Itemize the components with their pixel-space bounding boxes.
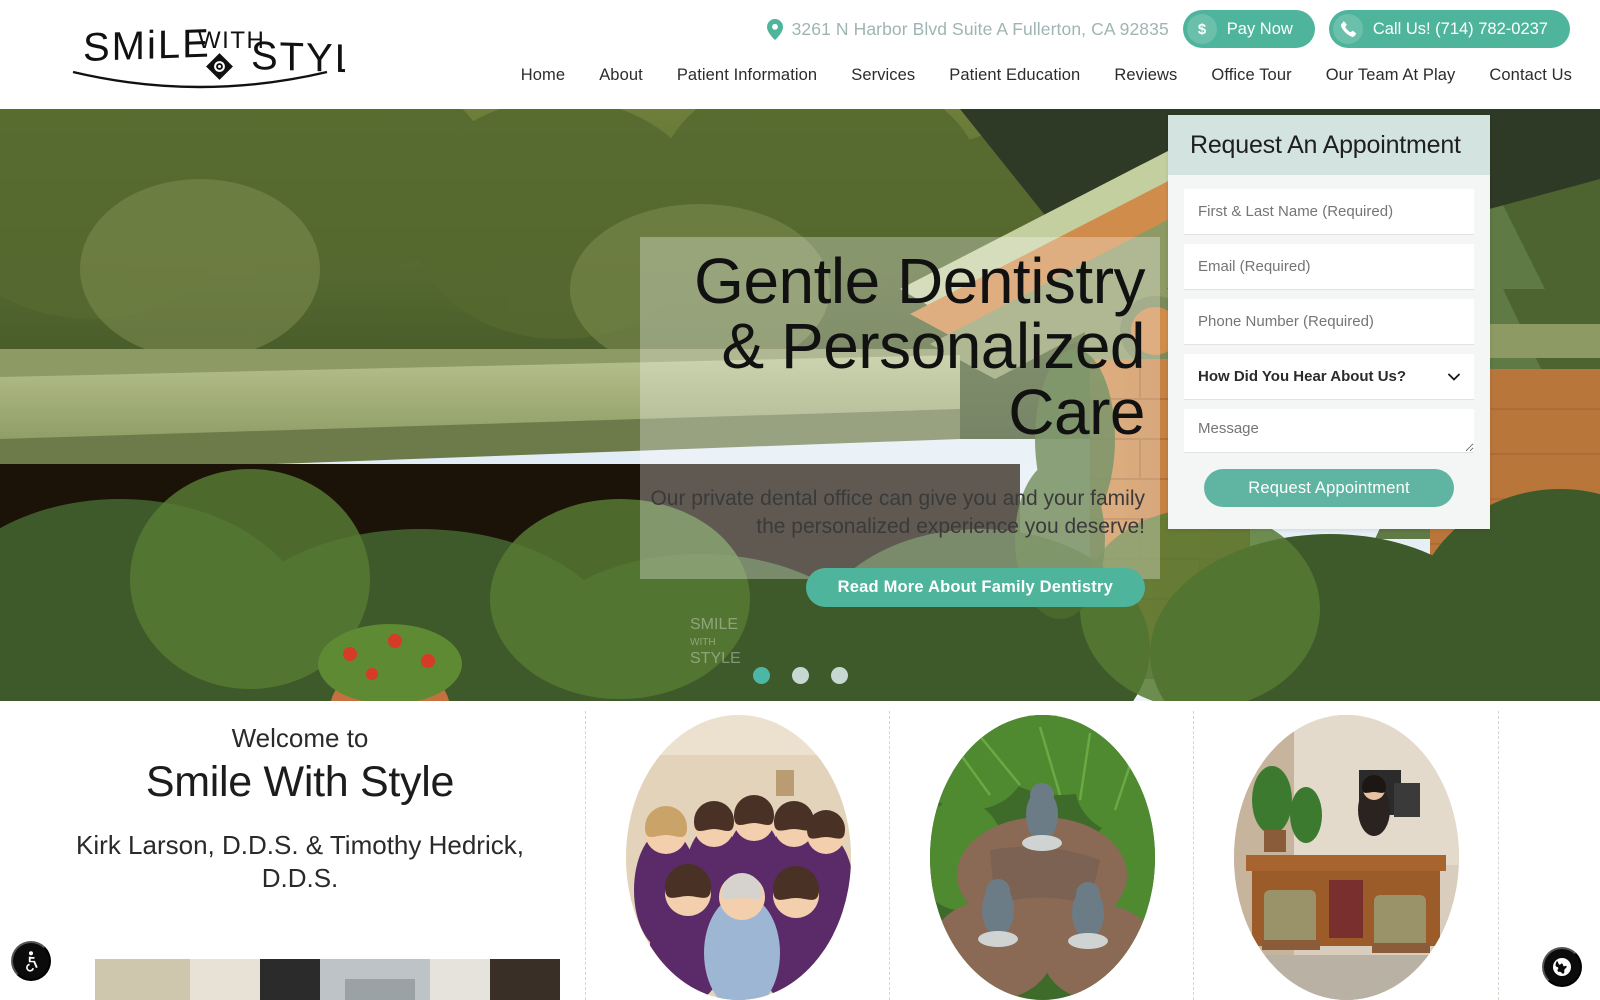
- request-appointment-submit-button[interactable]: Request Appointment: [1204, 469, 1454, 507]
- hero-headline-line-3: Care: [1008, 375, 1145, 448]
- nav-item-about[interactable]: About: [582, 66, 660, 85]
- main-navigation: Home About Patient Information Services …: [511, 66, 1572, 85]
- svg-text:STYLE: STYLE: [251, 34, 345, 83]
- hero-headline: Gentle Dentistry & Personalized Care: [600, 248, 1146, 448]
- call-us-label: Call Us! (714) 782-0237: [1372, 19, 1548, 38]
- nav-item-patient-information[interactable]: Patient Information: [660, 66, 834, 85]
- dental-team-photo[interactable]: [626, 715, 851, 1000]
- svg-text:WITH: WITH: [690, 637, 716, 648]
- hero-slider-dots: [0, 667, 1600, 684]
- nav-item-our-team-at-play[interactable]: Our Team At Play: [1309, 66, 1473, 85]
- name-input[interactable]: [1184, 189, 1474, 235]
- column-divider-4: [1498, 711, 1499, 1000]
- hero-cta-button[interactable]: Read More About Family Dentistry: [805, 568, 1145, 608]
- dollar-icon: $: [1186, 14, 1217, 44]
- accessibility-button[interactable]: [11, 941, 51, 981]
- hero-slider-dot-1[interactable]: [752, 667, 770, 684]
- frog-statues-photo[interactable]: [930, 715, 1155, 1000]
- email-input[interactable]: [1184, 244, 1474, 290]
- column-divider-1: [585, 711, 586, 1000]
- header-contact-bar: 3261 N Harbor Blvd Suite A Fullerton, CA…: [766, 10, 1570, 48]
- hero-subtext-line-1: Our private dental office can give you a…: [650, 486, 1145, 510]
- column-divider-3: [1193, 711, 1194, 1000]
- site-header: SMiLE WITH STYLE SMILE WITH STYLE: [0, 0, 1600, 109]
- message-textarea[interactable]: [1184, 409, 1474, 453]
- svg-text:SMiLE: SMiLE: [83, 22, 211, 70]
- gallery-row: [0, 701, 1600, 1000]
- hero-headline-line-2: & Personalized: [721, 310, 1146, 383]
- phone-icon: [1332, 14, 1363, 44]
- logo-icon: SMiLE WITH STYLE: [72, 22, 345, 89]
- hero-slider-dot-3[interactable]: [830, 667, 848, 684]
- page-root: SMiLE WITH STYLE SMILE WITH STYLE: [0, 0, 1600, 1000]
- reception-desk-photo[interactable]: [1234, 715, 1459, 1000]
- appointment-form-body: How Did You Hear About Us? Request Appoi…: [1168, 175, 1490, 529]
- svg-text:SMILE: SMILE: [690, 616, 738, 633]
- globe-icon: [1553, 958, 1571, 976]
- referral-source-label: How Did You Hear About Us?: [1198, 368, 1407, 385]
- nav-item-services[interactable]: Services: [834, 66, 932, 85]
- office-address-text: 3261 N Harbor Blvd Suite A Fullerton, CA…: [791, 18, 1169, 39]
- nav-item-office-tour[interactable]: Office Tour: [1194, 66, 1308, 85]
- map-pin-icon: [766, 18, 783, 40]
- hero-content: Gentle Dentistry & Personalized Care Our…: [600, 248, 1146, 608]
- nav-item-reviews[interactable]: Reviews: [1097, 66, 1194, 85]
- svg-text:$: $: [1198, 21, 1207, 38]
- hero-headline-line-1: Gentle Dentistry: [694, 245, 1145, 317]
- hero-subtext-line-2: the personalized experience you deserve!: [756, 514, 1145, 538]
- office-address[interactable]: 3261 N Harbor Blvd Suite A Fullerton, CA…: [766, 18, 1169, 40]
- column-divider-2: [889, 711, 890, 1000]
- hero-slider-dot-2[interactable]: [791, 667, 809, 684]
- phone-input[interactable]: [1184, 299, 1474, 345]
- chevron-down-icon: [1448, 373, 1460, 381]
- svg-text:STYLE: STYLE: [690, 650, 741, 667]
- referral-source-select[interactable]: How Did You Hear About Us?: [1184, 354, 1474, 400]
- welcome-section: Welcome to Smile With Style Kirk Larson,…: [0, 701, 1600, 1000]
- pay-now-button[interactable]: $ Pay Now: [1182, 10, 1315, 48]
- appointment-form-header: Request An Appointment: [1168, 115, 1490, 175]
- nav-item-patient-education[interactable]: Patient Education: [932, 66, 1097, 85]
- call-us-button[interactable]: Call Us! (714) 782-0237: [1328, 10, 1570, 48]
- site-logo[interactable]: SMiLE WITH STYLE SMILE WITH STYLE: [55, 14, 345, 96]
- appointment-form-title: Request An Appointment: [1190, 131, 1461, 159]
- request-appointment-form: Request An Appointment How Did You Hear …: [1168, 115, 1490, 529]
- nav-item-home[interactable]: Home: [511, 66, 582, 85]
- pay-now-label: Pay Now: [1226, 19, 1293, 38]
- hero-subtext: Our private dental office can give you a…: [600, 485, 1145, 540]
- nav-item-contact-us[interactable]: Contact Us: [1472, 66, 1572, 85]
- wheelchair-accessibility-icon: [26, 951, 38, 972]
- language-selector-button[interactable]: [1542, 947, 1582, 987]
